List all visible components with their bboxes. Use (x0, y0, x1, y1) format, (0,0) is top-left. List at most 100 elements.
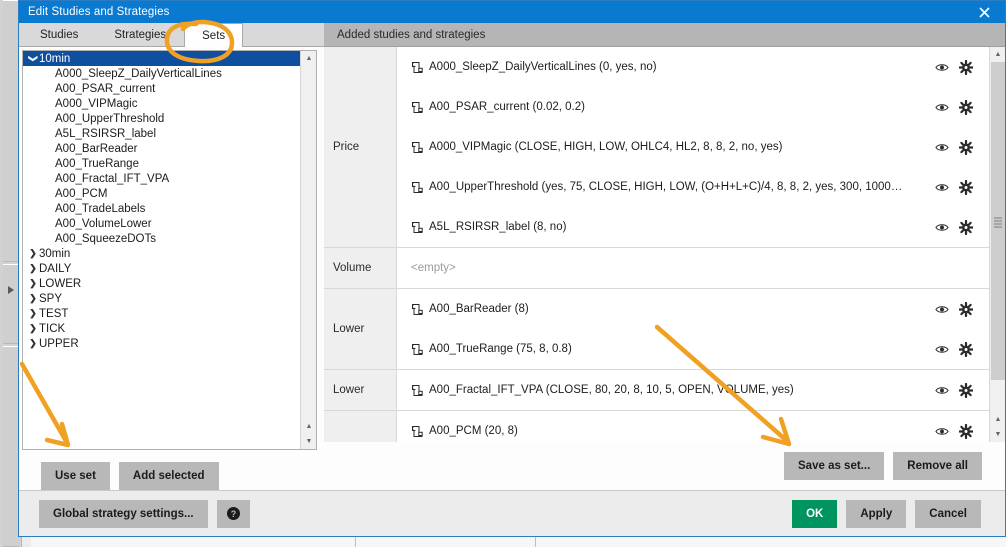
tree-group-row[interactable]: ❯ DAILY (23, 261, 300, 276)
tree-leaf-row[interactable]: A00_Fractal_IFT_VPA (23, 171, 300, 186)
eye-icon[interactable] (935, 424, 949, 438)
tree-group-row[interactable]: ❯ 10min (23, 51, 300, 66)
study-icon (411, 221, 425, 234)
tree-leaf-row[interactable]: A00_PCM (23, 186, 300, 201)
scroll-down-arrow-icon[interactable]: ▲ (990, 412, 1005, 427)
tree-leaf-row[interactable]: A00_BarReader (23, 141, 300, 156)
svg-text:?: ? (230, 509, 236, 519)
global-strategy-settings-button[interactable]: Global strategy settings... (39, 499, 208, 528)
study-row[interactable]: A00_TrueRange (75, 8, 0.8) (397, 329, 989, 369)
gear-icon[interactable] (959, 423, 973, 439)
tree-row-label: A00_SqueezeDOTs (55, 232, 157, 245)
tab-sets-label: Sets (202, 29, 226, 42)
tree-leaf-row[interactable]: A00_VolumeLower (23, 216, 300, 231)
study-row[interactable]: <empty> (397, 248, 989, 288)
study-row[interactable]: A00_UpperThreshold (yes, 75, CLOSE, HIGH… (397, 167, 989, 207)
sets-tree[interactable]: ❯ 10min A000_SleepZ_DailyVerticalLines A00_… (23, 51, 300, 449)
eye-icon[interactable] (935, 180, 949, 194)
study-group: Lower A00_BarReader (8) A00_TrueRange (75,… (324, 289, 989, 370)
gear-icon[interactable] (959, 219, 973, 235)
chevron-right-icon[interactable]: ❯ (27, 248, 39, 259)
eye-icon[interactable] (935, 140, 949, 154)
tree-leaf-row[interactable]: A00_TradeLabels (23, 201, 300, 216)
tree-group-row[interactable]: ❯ TICK (23, 321, 300, 336)
study-row[interactable]: A00_PSAR_current (0.02, 0.2) (397, 87, 989, 127)
background-panel-section-top (3, 0, 19, 262)
tree-group-row[interactable]: ❯ 30min (23, 246, 300, 261)
apply-button[interactable]: Apply (846, 499, 907, 528)
gear-icon[interactable] (959, 341, 973, 357)
study-row[interactable]: A000_VIPMagic (CLOSE, HIGH, LOW, OHLC4, … (397, 127, 989, 167)
gear-icon[interactable] (959, 99, 973, 115)
tree-leaf-row[interactable]: A00_SqueezeDOTs (23, 231, 300, 246)
scroll-up-arrow-icon[interactable]: ▲ (301, 51, 316, 66)
ok-button[interactable]: OK (792, 499, 838, 528)
added-studies-scrollbar-thumb[interactable] (991, 62, 1005, 380)
gear-icon[interactable] (959, 382, 973, 398)
cancel-button[interactable]: Cancel (915, 499, 981, 528)
study-icon (411, 425, 425, 438)
use-set-button[interactable]: Use set (41, 462, 110, 490)
tree-row-label: 10min (39, 52, 71, 65)
tree-group-row[interactable]: ❯ LOWER (23, 276, 300, 291)
eye-icon[interactable] (935, 302, 949, 316)
edit-studies-dialog: Edit Studies and Strategies Studies Stra… (18, 0, 1006, 537)
study-group-rows: A00_PCM (20, 8) (397, 411, 989, 442)
tree-row-label: A00_TradeLabels (55, 202, 146, 215)
tree-group-row[interactable]: ❯ UPPER (23, 336, 300, 351)
chevron-right-icon[interactable]: ❯ (27, 338, 39, 349)
tree-row-label: A00_UpperThreshold (55, 112, 165, 125)
tree-leaf-row[interactable]: A000_VIPMagic (23, 96, 300, 111)
added-studies-list[interactable]: Price A000_SleepZ_DailyVerticalLines (0, … (324, 47, 989, 442)
scroll-up-arrow-icon[interactable]: ▲ (990, 47, 1005, 62)
eye-icon[interactable] (935, 60, 949, 74)
eye-icon[interactable] (935, 342, 949, 356)
study-row[interactable]: A5L_RSIRSR_label (8, no) (397, 207, 989, 247)
scroll-bottom-arrow-icon[interactable]: ▼ (301, 434, 316, 449)
chevron-down-icon[interactable]: ❯ (28, 53, 39, 65)
gear-icon[interactable] (959, 59, 973, 75)
help-button[interactable]: ? (216, 499, 250, 528)
left-column: Studies Strategies Sets ❯ 10min A000_Sleep… (19, 23, 324, 490)
tab-strategies[interactable]: Strategies (96, 23, 185, 46)
tree-leaf-row[interactable]: A000_SleepZ_DailyVerticalLines (23, 66, 300, 81)
gear-icon[interactable] (959, 301, 973, 317)
tree-leaf-row[interactable]: A00_UpperThreshold (23, 111, 300, 126)
study-row[interactable]: A00_Fractal_IFT_VPA (CLOSE, 80, 20, 8, 1… (397, 370, 989, 410)
eye-icon[interactable] (935, 383, 949, 397)
chevron-right-icon[interactable]: ❯ (27, 263, 39, 274)
tab-sets[interactable]: Sets (184, 23, 244, 47)
add-selected-button[interactable]: Add selected (118, 462, 219, 490)
tree-row-label: A00_TrueRange (55, 157, 139, 170)
study-icon (411, 141, 425, 154)
gear-icon[interactable] (959, 139, 973, 155)
tree-group-row[interactable]: ❯ SPY (23, 291, 300, 306)
scroll-down-arrow-icon[interactable]: ▲ (301, 419, 316, 434)
dialog-title: Edit Studies and Strategies (28, 6, 170, 18)
study-row[interactable]: A00_PCM (20, 8) (397, 411, 989, 442)
save-as-set-button[interactable]: Save as set... (784, 452, 885, 480)
sets-tree-scrollbar[interactable]: ▲ ▲ ▼ (300, 51, 316, 449)
remove-all-button[interactable]: Remove all (893, 452, 982, 480)
tree-row-label: TICK (39, 322, 66, 335)
study-icon (411, 303, 425, 316)
study-row[interactable]: A00_BarReader (8) (397, 289, 989, 329)
close-icon[interactable] (963, 1, 1005, 23)
chevron-right-icon[interactable]: ❯ (27, 308, 39, 319)
tree-leaf-row[interactable]: A5L_RSIRSR_label (23, 126, 300, 141)
eye-icon[interactable] (935, 100, 949, 114)
tree-leaf-row[interactable]: A00_TrueRange (23, 156, 300, 171)
gear-icon[interactable] (959, 179, 973, 195)
tree-group-row[interactable]: ❯ TEST (23, 306, 300, 321)
scroll-bottom-arrow-icon[interactable]: ▼ (990, 427, 1005, 442)
chevron-right-icon[interactable]: ❯ (27, 323, 39, 334)
tree-row-label: A000_VIPMagic (55, 97, 138, 110)
added-studies-scrollbar[interactable]: ▲ ▲ ▼ (989, 47, 1005, 442)
tab-studies[interactable]: Studies (22, 23, 97, 46)
right-button-row: Save as set... Remove all (324, 442, 1005, 490)
chevron-right-icon[interactable]: ❯ (27, 293, 39, 304)
tree-leaf-row[interactable]: A00_PSAR_current (23, 81, 300, 96)
eye-icon[interactable] (935, 220, 949, 234)
study-row[interactable]: A000_SleepZ_DailyVerticalLines (0, yes, … (397, 47, 989, 87)
chevron-right-icon[interactable]: ❯ (27, 278, 39, 289)
